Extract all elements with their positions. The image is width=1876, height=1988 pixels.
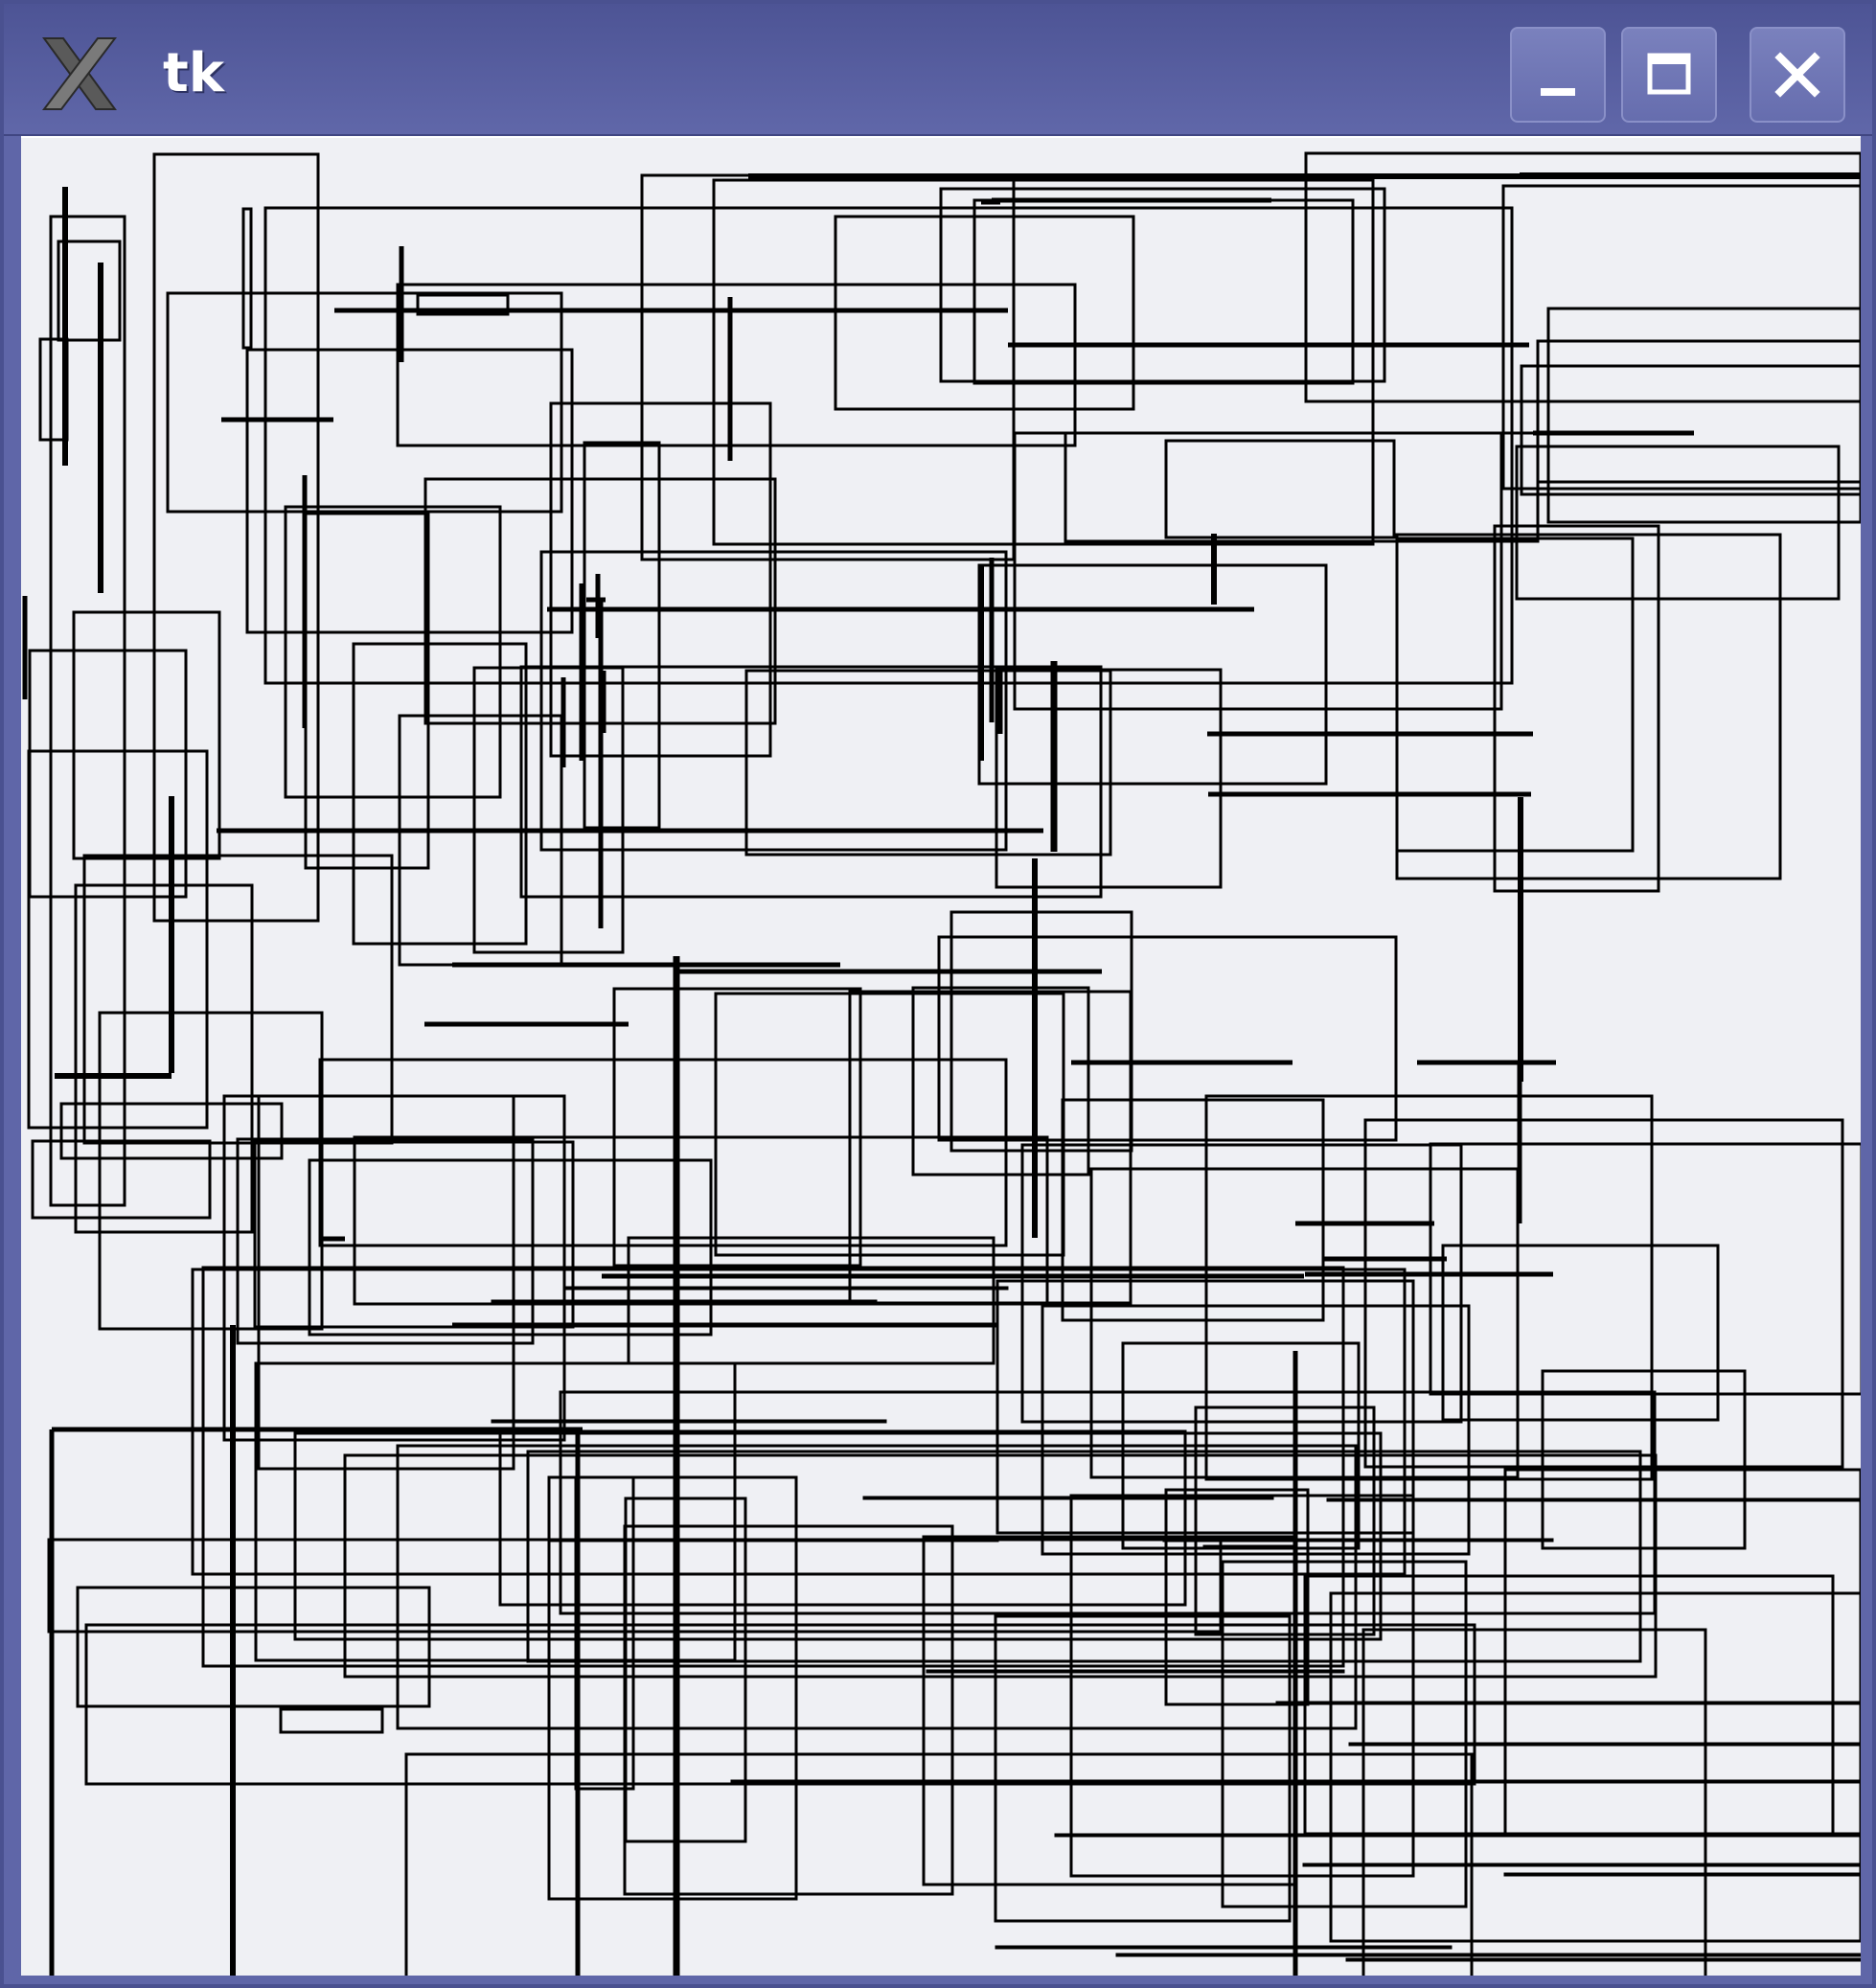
canvas-rectangle	[1164, 439, 1396, 539]
canvas-rectangle	[1202, 1544, 1296, 1549]
canvas-rectangle	[937, 935, 1398, 1142]
canvas-rectangle	[1064, 431, 1540, 543]
canvas-rectangle	[549, 1538, 999, 1542]
close-icon	[1774, 52, 1820, 98]
canvas-rectangle	[1395, 537, 1635, 853]
canvas-rectangle	[564, 1286, 1009, 1291]
canvas-rectangle	[862, 1496, 1274, 1500]
canvas-rectangle	[236, 1137, 535, 1345]
canvas-rectangle	[1429, 1142, 1861, 1396]
canvas-rectangle	[640, 173, 1016, 561]
rectangle-drawing	[22, 151, 1861, 1976]
minimize-icon	[1541, 88, 1575, 96]
canvas-rectangle	[1020, 1143, 1463, 1424]
window-title: tk	[163, 42, 225, 104]
canvas-rectangle	[353, 1135, 1049, 1306]
canvas-rectangle	[1302, 1862, 1861, 1867]
minimize-button[interactable]	[1510, 27, 1606, 123]
canvas-rectangle	[82, 854, 394, 1145]
canvas-rectangle	[308, 1158, 713, 1337]
canvas-rectangle	[1326, 1497, 1861, 1502]
close-button[interactable]	[1750, 27, 1845, 123]
canvas-rectangle	[559, 1390, 1657, 1615]
canvas-rectangle	[1275, 1701, 1861, 1705]
canvas-rectangle	[1503, 1872, 1861, 1877]
canvas-rectangle	[343, 1453, 1658, 1679]
canvas-rectangle	[254, 1361, 737, 1662]
canvas-rectangle	[304, 512, 430, 870]
canvas-rectangle	[1520, 364, 1861, 496]
canvas-rectangle	[1361, 1628, 1707, 1976]
canvas-rectangle	[1363, 1118, 1844, 1469]
canvas-rectangle	[76, 1586, 431, 1708]
canvas-rectangle	[498, 1429, 1187, 1607]
canvas-rectangle	[1329, 1591, 1861, 1943]
canvas-rectangle	[972, 198, 1355, 385]
canvas-rectangle	[241, 207, 253, 350]
maximize-icon	[1647, 53, 1691, 95]
canvas-rectangle	[1061, 1098, 1325, 1322]
canvas-rectangle	[977, 563, 1328, 786]
canvas-rectangle	[712, 178, 1375, 546]
canvas-rectangle	[1115, 1953, 1861, 1957]
canvas-rectangle	[1503, 1468, 1861, 1836]
canvas-rectangle	[1541, 1369, 1747, 1550]
canvas-rectangle	[714, 992, 1065, 1257]
canvas-rectangle	[1536, 339, 1861, 484]
canvas-rectangle	[1345, 1957, 1861, 1962]
canvas-rectangle	[1395, 533, 1782, 880]
canvas-rectangle	[491, 1299, 878, 1304]
canvas-rectangle	[612, 987, 862, 1268]
tk-window: tk	[0, 0, 1876, 1988]
title-bar[interactable]: tk	[4, 4, 1872, 136]
canvas-rectangle	[949, 910, 1133, 1153]
canvas-rectangle	[49, 215, 126, 1207]
canvas-rectangle	[624, 1497, 747, 1843]
canvas-rectangle	[396, 1444, 1358, 1730]
canvas-rectangle	[1348, 1742, 1861, 1747]
canvas-rectangle	[279, 1707, 384, 1734]
canvas-rectangle	[922, 1535, 1298, 1886]
canvas-rectangle	[926, 1669, 1345, 1674]
canvas-rectangle	[253, 1140, 575, 1329]
canvas-rectangle	[1162, 1538, 1554, 1542]
canvas-rectangle	[1054, 1833, 1861, 1838]
canvas-rectangle	[152, 152, 320, 923]
canvas-rectangle	[257, 1094, 515, 1471]
canvas-rectangle	[318, 1058, 1008, 1247]
canvas-rectangle	[995, 1945, 1453, 1950]
canvas-rectangle	[1304, 151, 1861, 403]
canvas-rectangle	[491, 1419, 887, 1424]
canvas-rectangle	[59, 1102, 284, 1160]
canvas-rectangle	[245, 348, 574, 634]
canvas-rectangle	[27, 749, 209, 1130]
canvas-rectangle	[1501, 184, 1861, 491]
maximize-button[interactable]	[1621, 27, 1717, 123]
x-logo-icon[interactable]	[38, 33, 121, 115]
drawing-canvas[interactable]	[21, 136, 1861, 1976]
canvas-rectangle	[398, 714, 563, 967]
